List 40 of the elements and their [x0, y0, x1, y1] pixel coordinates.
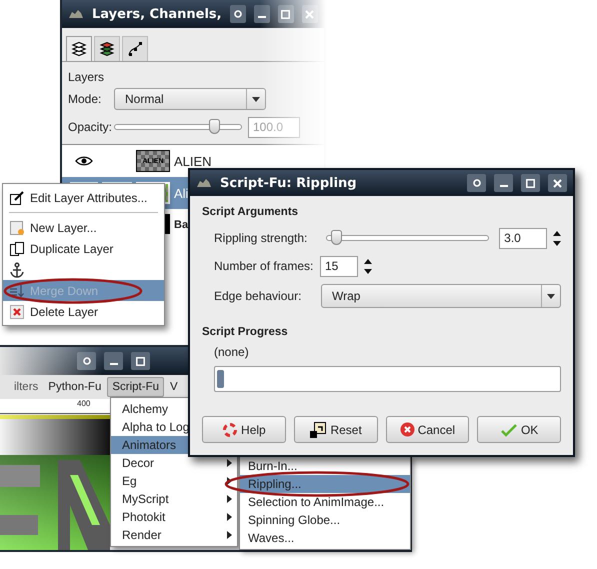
menu-item[interactable]: Spinning Globe...: [240, 511, 410, 529]
menu-item[interactable]: Eg: [111, 472, 237, 490]
menu-item[interactable]: Photokit: [111, 508, 237, 526]
layer-name: ALIEN: [174, 154, 212, 168]
mode-dropdown[interactable]: Normal: [114, 88, 266, 110]
menu-item[interactable]: Rippling...: [240, 475, 410, 493]
reset-button[interactable]: Reset: [294, 416, 378, 443]
frames-field[interactable]: 15: [320, 256, 358, 276]
section-heading: Script Arguments: [202, 206, 300, 218]
field-label: Number of frames:: [214, 259, 314, 273]
cancel-button[interactable]: Cancel: [386, 416, 470, 443]
field-label: Edge behaviour:: [214, 289, 302, 303]
section-heading: Script Progress: [202, 326, 289, 338]
menu-item[interactable]: MyScript: [111, 490, 237, 508]
menu-item[interactable]: Selection to AnimImage...: [240, 493, 410, 511]
menu-item[interactable]: Burn-In...: [240, 457, 410, 475]
menu-item[interactable]: Render: [111, 526, 237, 544]
menubar-item[interactable]: Script-Fu: [107, 377, 164, 397]
menubar-item[interactable]: V: [166, 378, 182, 396]
menu-item[interactable]: Waves...: [240, 529, 410, 547]
menu-item[interactable]: Delete Layer: [3, 301, 164, 322]
menu-item[interactable]: Edit Layer Attributes...: [3, 187, 164, 208]
window-title: Layers, Channels,: [92, 6, 222, 22]
ok-button[interactable]: OK: [477, 416, 561, 443]
strength-field[interactable]: 3.0: [499, 228, 548, 248]
help-button[interactable]: Help: [202, 416, 286, 443]
menu-item[interactable]: Duplicate Layer: [3, 238, 164, 259]
edge-dropdown[interactable]: Wrap: [321, 284, 561, 308]
field-label: Rippling strength:: [214, 231, 308, 245]
ruler-label: 400: [77, 399, 90, 408]
panel-heading: Layers: [68, 70, 104, 84]
mode-label: Mode:: [68, 92, 102, 106]
layer-name: Ali: [174, 186, 188, 200]
menubar-item[interactable]: Python-Fu: [44, 378, 106, 396]
layer-name: Ba: [174, 219, 188, 231]
window-title: Script-Fu: Rippling: [220, 176, 358, 190]
menubar-item[interactable]: ilters: [10, 378, 42, 396]
menu-item[interactable]: Decor: [111, 454, 237, 472]
progress-status: (none): [214, 345, 249, 359]
menu-item[interactable]: New Layer...: [3, 217, 164, 238]
